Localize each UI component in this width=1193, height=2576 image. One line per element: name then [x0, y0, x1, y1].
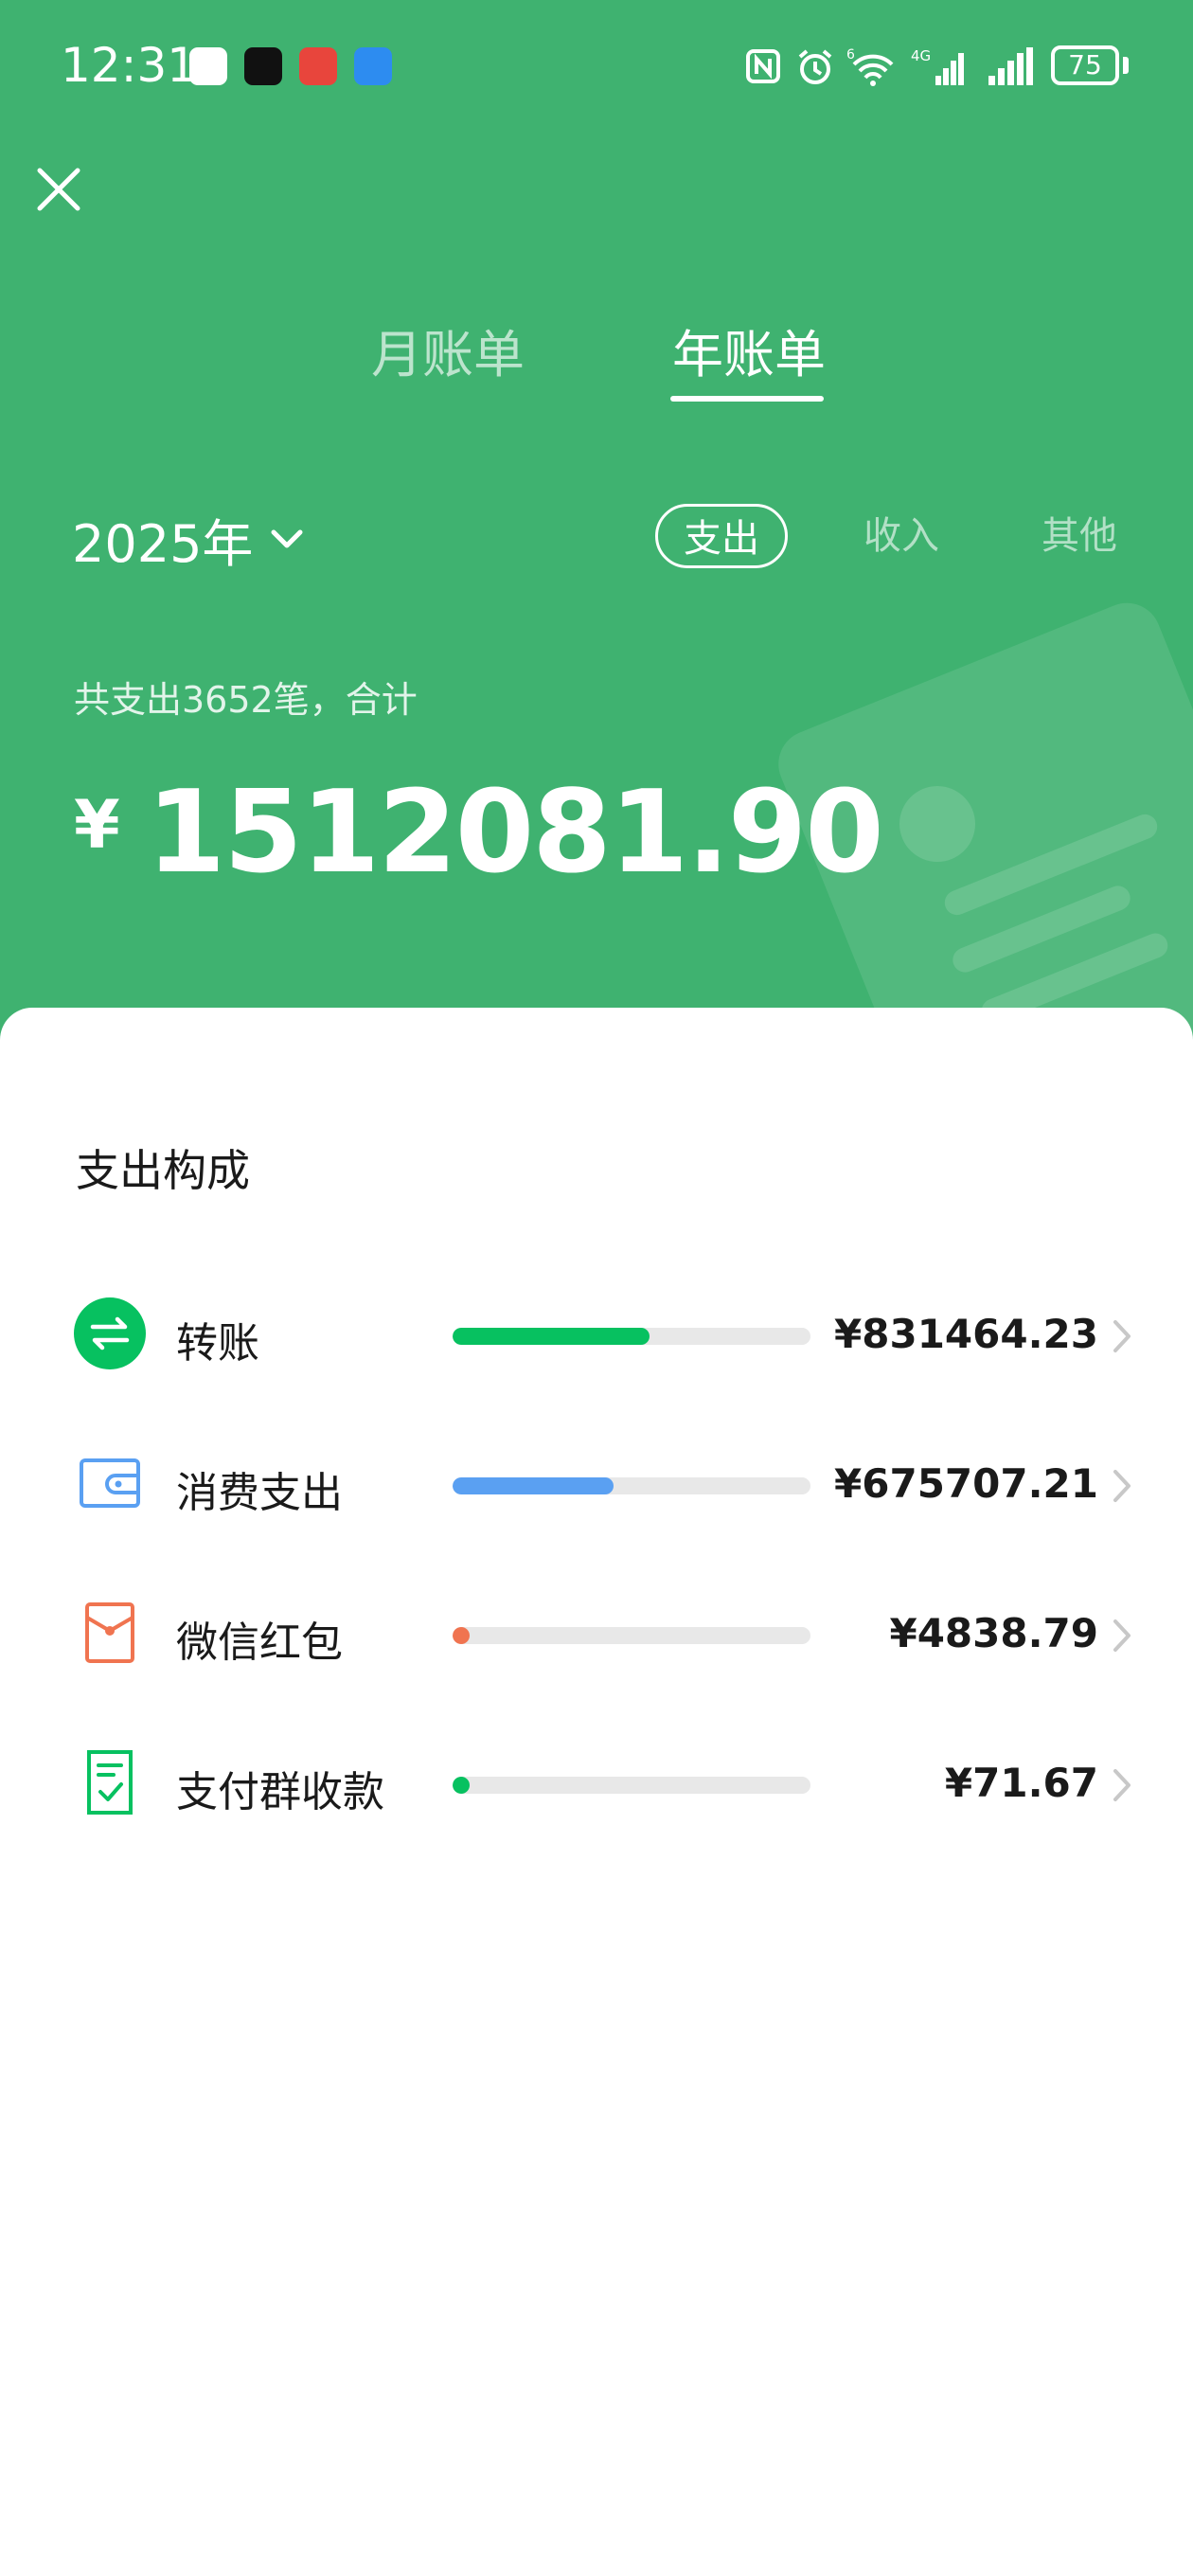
composition-row-group-collection[interactable]: 支付群收款 ¥71.67 [0, 1737, 1193, 1832]
filter-income-button[interactable]: 收入 [864, 504, 939, 568]
chevron-right-icon [1113, 1320, 1131, 1352]
filter-expense-button[interactable]: 支出 [655, 504, 788, 568]
row-label: 支付群收款 [176, 1768, 384, 1816]
progress-fill [453, 1777, 470, 1794]
composition-row-red-packet[interactable]: 微信红包 ¥4838.79 [0, 1587, 1193, 1682]
tab-month-bill[interactable]: 月账单 [371, 313, 525, 387]
progress-track [453, 1328, 810, 1345]
progress-fill [453, 1477, 614, 1494]
row-amount: ¥4838.79 [889, 1610, 1098, 1656]
status-time: 12:31 [61, 38, 198, 93]
row-amount: ¥71.67 [944, 1760, 1098, 1806]
status-bar: 12:31 6 4G 75 [0, 0, 1193, 137]
composition-title: 支出构成 [76, 1145, 250, 1196]
wallet-icon [80, 1458, 140, 1508]
decorative-dot [899, 786, 975, 862]
header-banner: 12:31 6 4G 75 月账单 年账单 2025年 支出 收入 其他 共支出… [0, 0, 1193, 1042]
row-amount: ¥675707.21 [834, 1460, 1098, 1507]
active-tab-indicator [670, 396, 824, 402]
expense-summary-text: 共支出3652笔，合计 [74, 679, 418, 721]
composition-row-consumption[interactable]: 消费支出 ¥675707.21 [0, 1438, 1193, 1532]
progress-track [453, 1627, 810, 1644]
cellular-signal-icon [988, 47, 1033, 85]
cellular-4g-signal-icon: 4G [911, 47, 964, 85]
total-amount-value: 1512081.90 [146, 767, 884, 899]
row-label: 消费支出 [176, 1469, 343, 1517]
nfc-icon [746, 49, 780, 83]
harmony-app-icon [189, 47, 227, 85]
progress-track [453, 1777, 810, 1794]
close-icon[interactable] [28, 159, 89, 220]
red-packet-icon [85, 1602, 134, 1663]
tab-year-bill[interactable]: 年账单 [672, 313, 826, 387]
message-app-icon [354, 47, 392, 85]
chevron-right-icon [1113, 1470, 1131, 1502]
row-amount: ¥831464.23 [834, 1311, 1098, 1357]
chevron-down-icon [271, 529, 303, 547]
row-label: 转账 [176, 1319, 259, 1368]
battery-tip [1123, 57, 1129, 74]
svg-text:6: 6 [846, 47, 855, 63]
progress-fill [453, 1328, 650, 1345]
alarm-icon [798, 49, 832, 84]
progress-fill [453, 1627, 470, 1644]
year-selector[interactable]: 2025年 [72, 502, 306, 577]
composition-row-transfer[interactable]: 转账 ¥831464.23 [0, 1288, 1193, 1383]
filter-other-button[interactable]: 其他 [1042, 504, 1117, 568]
transfer-icon [74, 1297, 146, 1369]
currency-symbol: ¥ [74, 786, 120, 864]
total-amount: ¥ 1512081.90 [74, 767, 884, 899]
wifi-icon: 6 [846, 47, 894, 86]
year-selector-label: 2025年 [72, 514, 254, 574]
svg-text:4G: 4G [911, 47, 931, 64]
battery-indicator: 75 [1051, 45, 1119, 85]
red-app-icon [299, 47, 337, 85]
group-collect-icon [87, 1750, 133, 1815]
chevron-right-icon [1113, 1769, 1131, 1801]
row-label: 微信红包 [176, 1619, 343, 1667]
chevron-right-icon [1113, 1619, 1131, 1652]
qq-app-icon [244, 47, 282, 85]
progress-track [453, 1477, 810, 1494]
